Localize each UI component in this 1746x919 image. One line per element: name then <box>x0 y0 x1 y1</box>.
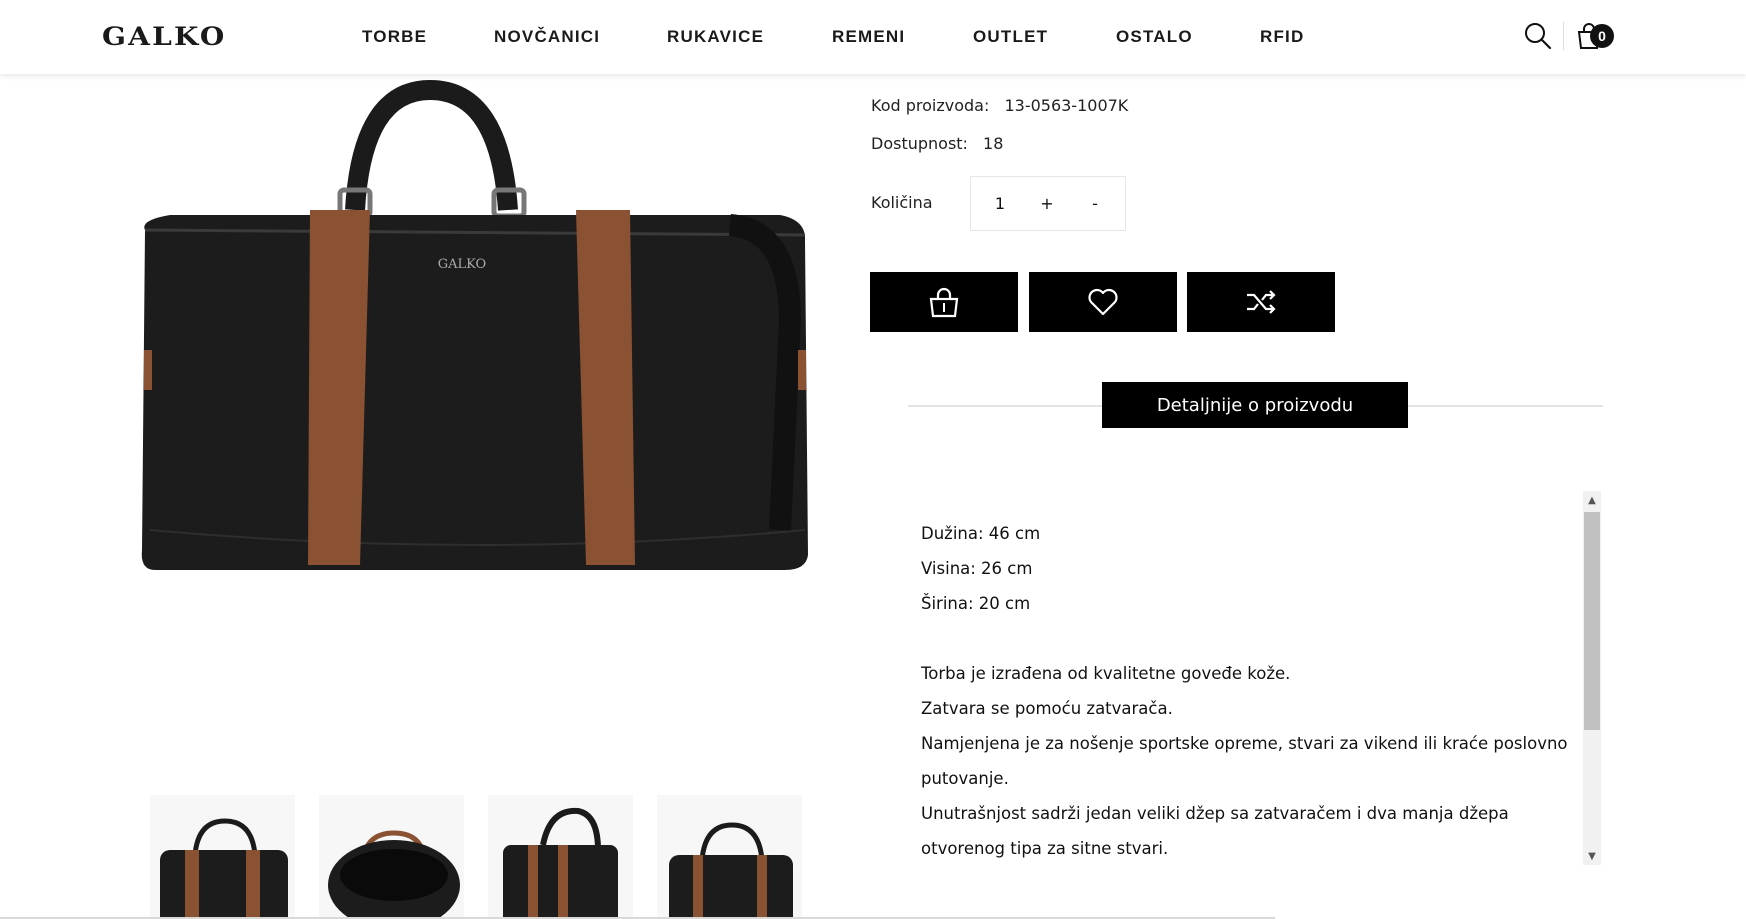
product-thumbnail[interactable] <box>150 795 295 919</box>
nav-item-ostalo[interactable]: OSTALO <box>1116 27 1193 47</box>
scroll-up-arrow-icon[interactable]: ▲ <box>1583 491 1601 509</box>
product-thumbnail[interactable] <box>488 795 633 919</box>
quantity-stepper: 1 + - <box>970 176 1126 231</box>
nav-item-novcanici[interactable]: NOVČANICI <box>494 27 600 47</box>
product-code-value: 13-0563-1007K <box>1004 96 1129 115</box>
description-scrollbar[interactable]: ▲ ▼ <box>1583 491 1601 865</box>
quantity-label: Količina <box>871 193 933 212</box>
availability-label: Dostupnost: <box>871 134 968 153</box>
compare-button[interactable] <box>1187 272 1335 332</box>
tab-product-details[interactable]: Detaljnije o proizvodu <box>1102 382 1408 428</box>
description-line: Torba je izrađena od kvalitetne goveđe k… <box>921 664 1291 683</box>
compare-shuffle-icon <box>1247 290 1276 314</box>
scroll-down-arrow-icon[interactable]: ▼ <box>1583 847 1601 865</box>
product-thumbnail[interactable] <box>657 795 802 919</box>
site-header: GALKO TORBE NOVČANICI RUKAVICE REMENI OU… <box>0 0 1746 74</box>
header-divider <box>1563 22 1564 50</box>
add-to-wishlist-button[interactable] <box>1029 272 1177 332</box>
nav-item-outlet[interactable]: OUTLET <box>973 27 1048 47</box>
scrollbar-thumb[interactable] <box>1584 512 1600 730</box>
product-main-image[interactable]: GALKO <box>130 60 830 760</box>
nav-item-rukavice[interactable]: RUKAVICE <box>667 27 764 47</box>
search-icon[interactable] <box>1524 22 1552 50</box>
site-logo[interactable]: GALKO <box>102 22 227 51</box>
add-to-cart-icon <box>929 287 959 318</box>
dimension-height: Visina: 26 cm <box>921 559 1033 578</box>
description-line: Zatvara se pomoću zatvarača. <box>921 699 1173 718</box>
dimension-width: Širina: 20 cm <box>921 594 1031 613</box>
quantity-input[interactable]: 1 <box>971 194 1023 213</box>
nav-item-torbe[interactable]: TORBE <box>362 27 427 47</box>
description-line: Namjenjena je za nošenje sportske opreme… <box>921 734 1568 788</box>
product-description: Dužina: 46 cm Visina: 26 cm Širina: 20 c… <box>921 516 1581 866</box>
availability-value: 18 <box>983 134 1004 153</box>
dimension-length: Dužina: 46 cm <box>921 524 1041 543</box>
heart-icon <box>1088 288 1118 316</box>
product-thumbnail[interactable] <box>319 795 464 919</box>
product-code-row: Kod proizvoda: 13-0563-1007K <box>871 96 1128 115</box>
thumbnail-strip <box>150 795 826 919</box>
svg-text:GALKO: GALKO <box>438 257 486 272</box>
cart-count-badge[interactable]: 0 <box>1590 24 1614 48</box>
quantity-decrement-button[interactable]: - <box>1071 194 1119 213</box>
availability-row: Dostupnost: 18 <box>871 134 1003 153</box>
description-line: Unutrašnjost sadrži jedan veliki džep sa… <box>921 804 1509 858</box>
product-code-label: Kod proizvoda: <box>871 96 990 115</box>
nav-item-rfid[interactable]: RFID <box>1260 27 1304 47</box>
quantity-increment-button[interactable]: + <box>1023 194 1071 213</box>
add-to-cart-button[interactable] <box>870 272 1018 332</box>
nav-item-remeni[interactable]: REMENI <box>832 27 905 47</box>
